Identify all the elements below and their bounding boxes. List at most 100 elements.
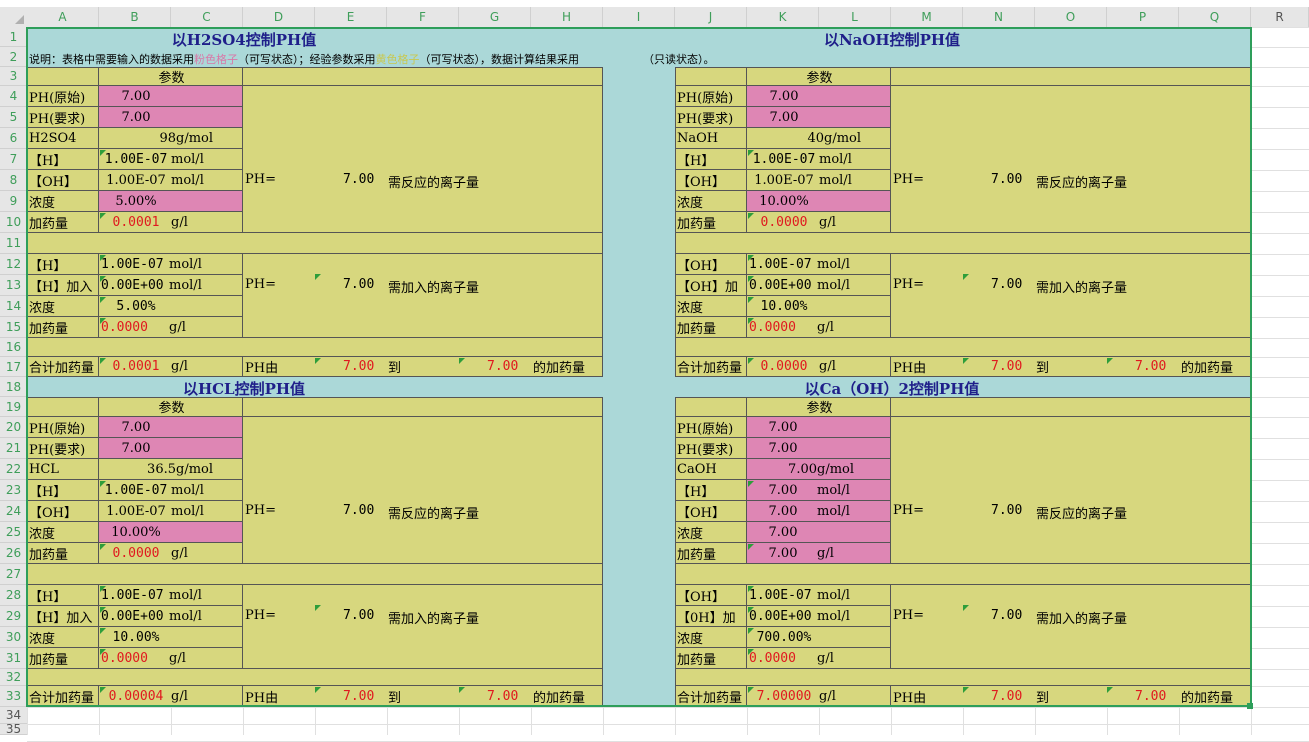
caoh-value-2[interactable]: 7.00 g/mol [747, 459, 891, 480]
caoh-sec-label-2: 浓度 [675, 627, 747, 648]
column-header-l[interactable]: L [819, 7, 891, 27]
h2so4-result: PH= 7.00 需反应的离子量 [243, 86, 603, 233]
column-header-j[interactable]: J [675, 7, 747, 27]
naoh-value-3: 1.00E-07 mol/l [747, 149, 891, 170]
row-header-24[interactable]: 24 [0, 501, 27, 522]
row-header-17[interactable]: 17 [0, 357, 27, 377]
caoh-value-3[interactable]: 7.00 mol/l [747, 480, 891, 501]
select-all-corner[interactable] [0, 7, 27, 27]
column-header-o[interactable]: O [1035, 7, 1107, 27]
row-header-16[interactable]: 16 [0, 338, 27, 357]
row-header-19[interactable]: 19 [0, 397, 27, 417]
caoh-label-3: 【H】 [675, 480, 747, 501]
row-header-9[interactable]: 9 [0, 191, 27, 212]
naoh-label-5: 浓度 [675, 191, 747, 212]
caoh-value-1[interactable]: 7.00 [747, 438, 891, 459]
hcl-label-6: 加药量 [27, 543, 99, 564]
row-header-18[interactable]: 18 [0, 377, 27, 397]
row-header-21[interactable]: 21 [0, 438, 27, 459]
row-header-12[interactable]: 12 [0, 254, 27, 275]
column-header-g[interactable]: G [459, 7, 531, 27]
row-header-6[interactable]: 6 [0, 128, 27, 149]
caoh-value-5[interactable]: 7.00 [747, 522, 891, 543]
row-header-23[interactable]: 23 [0, 480, 27, 501]
h2so4-sec-label-0: 【H】 [27, 254, 99, 275]
column-header-f[interactable]: F [387, 7, 459, 27]
column-header-m[interactable]: M [891, 7, 963, 27]
naoh-value-5[interactable]: 10.00% [747, 191, 891, 212]
column-header-p[interactable]: P [1107, 7, 1179, 27]
row-header-2[interactable]: 2 [0, 47, 27, 67]
row-header-25[interactable]: 25 [0, 522, 27, 543]
caoh-value-6[interactable]: 7.00 g/l [747, 543, 891, 564]
column-header-q[interactable]: Q [1179, 7, 1251, 27]
row-header-20[interactable]: 20 [0, 417, 27, 438]
column-header-n[interactable]: N [963, 7, 1035, 27]
need-react-label: 需反应的离子量 [1036, 507, 1128, 522]
caoh-sec-value-0: 1.00E-07 mol/l [747, 585, 891, 606]
hcl-value-0[interactable]: 7.00 [99, 417, 243, 438]
hcl-result-2: PH= 7.00 需加入的离子量 [243, 585, 603, 669]
row-header-13[interactable]: 13 [0, 275, 27, 296]
h2so4-label-3: 【H】 [27, 149, 99, 170]
hcl-label-1: PH(要求) [27, 438, 99, 459]
ph-eq-label: PH= [893, 172, 924, 187]
row-header-26[interactable]: 26 [0, 543, 27, 564]
row-header-32[interactable]: 32 [0, 669, 27, 686]
h2so4-value-3: 1.00E-07 mol/l [99, 149, 243, 170]
row-header-10[interactable]: 10 [0, 212, 27, 233]
column-header-i[interactable]: I [603, 7, 675, 27]
row-header-35[interactable]: 35 [0, 722, 27, 736]
ph-eq-label: PH= [245, 503, 276, 518]
row-header-30[interactable]: 30 [0, 627, 27, 648]
column-header-h[interactable]: H [531, 7, 603, 27]
hcl-sec-value-2: 10.00% [99, 627, 243, 648]
comment-indicator [963, 687, 969, 693]
h2so4-value-2: 98 g/mol [99, 128, 243, 149]
hcl-value-2: 36.5 g/mol [99, 459, 243, 480]
caoh-value-4[interactable]: 7.00 mol/l [747, 501, 891, 522]
naoh-value-1[interactable]: 7.00 [747, 107, 891, 128]
naoh-sec-label-1: 【OH】加 [675, 275, 747, 296]
need-react-label: 需反应的离子量 [1036, 176, 1128, 191]
fill-handle[interactable] [1247, 703, 1253, 709]
h2so4-value-0[interactable]: 7.00 [99, 86, 243, 107]
column-header-r[interactable]: R [1251, 7, 1309, 27]
naoh-value-0[interactable]: 7.00 [747, 86, 891, 107]
column-header-k[interactable]: K [747, 7, 819, 27]
column-header-c[interactable]: C [171, 7, 243, 27]
h2so4-value-1[interactable]: 7.00 [99, 107, 243, 128]
comment-indicator [100, 150, 106, 156]
column-header-b[interactable]: B [99, 7, 171, 27]
row-header-27[interactable]: 27 [0, 564, 27, 585]
row-header-22[interactable]: 22 [0, 459, 27, 480]
row-header-33[interactable]: 33 [0, 686, 27, 707]
row-header-31[interactable]: 31 [0, 648, 27, 669]
column-header-e[interactable]: E [315, 7, 387, 27]
h2so4-spacer-1 [27, 233, 603, 254]
h2so4-value-5[interactable]: 5.00% [99, 191, 243, 212]
comment-indicator [748, 481, 754, 487]
row-header-11[interactable]: 11 [0, 233, 27, 254]
hcl-label-5: 浓度 [27, 522, 99, 543]
hcl-value-1[interactable]: 7.00 [99, 438, 243, 459]
row-header-8[interactable]: 8 [0, 170, 27, 191]
row-header-7[interactable]: 7 [0, 149, 27, 170]
naoh-total-label: 合计加药量 [675, 357, 747, 377]
row-header-14[interactable]: 14 [0, 296, 27, 317]
row-header-29[interactable]: 29 [0, 606, 27, 627]
hcl-value-3: 1.00E-07 mol/l [99, 480, 243, 501]
row-header-28[interactable]: 28 [0, 585, 27, 606]
naoh-blank-d [891, 67, 1251, 86]
row-header-1[interactable]: 1 [0, 27, 27, 47]
h2so4-blank-a [27, 67, 99, 86]
caoh-value-0[interactable]: 7.00 [747, 417, 891, 438]
hcl-sec-label-2: 浓度 [27, 627, 99, 648]
row-header-4[interactable]: 4 [0, 86, 27, 107]
row-header-15[interactable]: 15 [0, 317, 27, 338]
column-header-d[interactable]: D [243, 7, 315, 27]
hcl-value-5[interactable]: 10.00% [99, 522, 243, 543]
row-header-5[interactable]: 5 [0, 107, 27, 128]
row-header-3[interactable]: 3 [0, 67, 27, 86]
column-header-a[interactable]: A [27, 7, 99, 27]
